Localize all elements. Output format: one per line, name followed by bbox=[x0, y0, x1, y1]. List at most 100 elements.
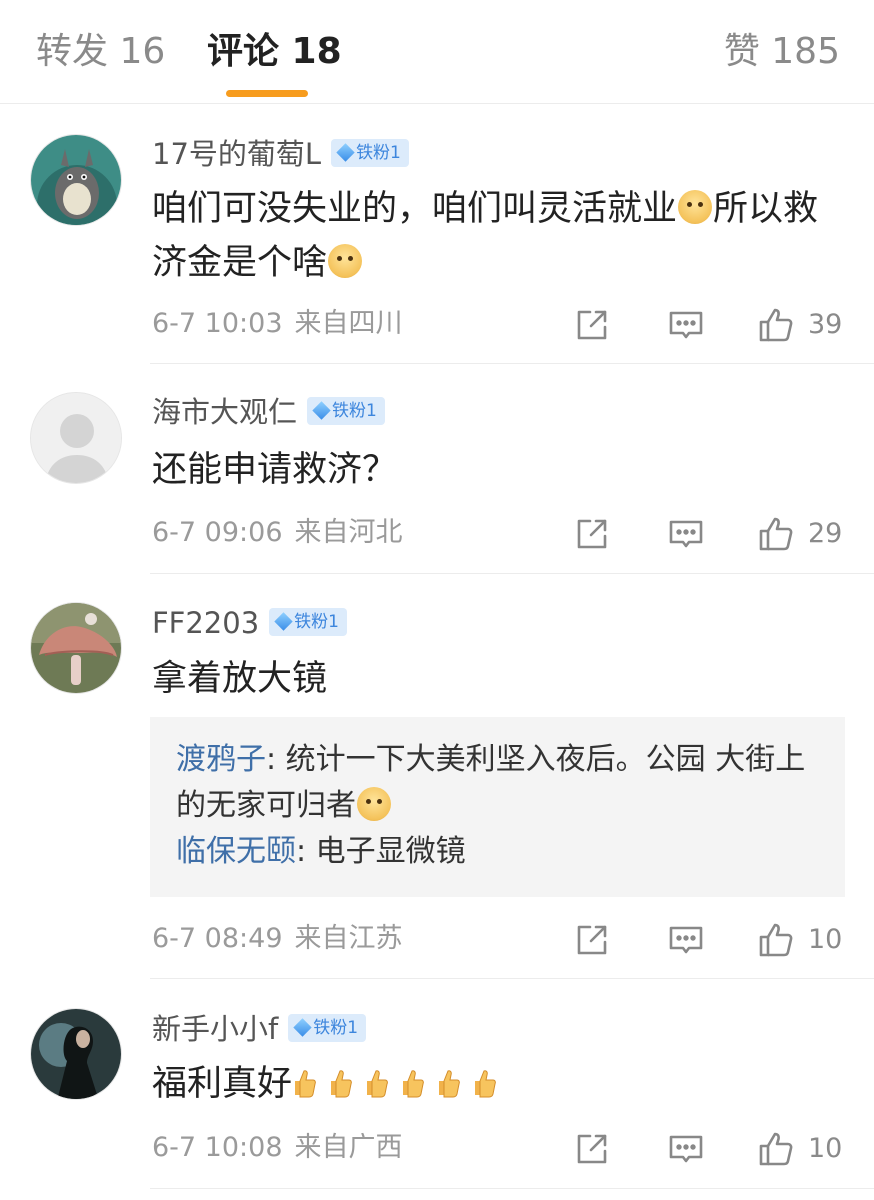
diamond-icon bbox=[274, 611, 293, 631]
username[interactable]: 17号的葡萄L 铁粉1 bbox=[152, 136, 409, 172]
comment-actions: 39 bbox=[570, 305, 860, 345]
comment-meta: 6-7 08:49 来自江苏 bbox=[152, 922, 403, 956]
reply-list[interactable]: 渡鸦子: 统计一下大美利坚入夜后。公园 大街上的无家可归者 临保无颐: 电子显微… bbox=[150, 717, 845, 897]
reply-item[interactable]: 渡鸦子: 统计一下大美利坚入夜后。公园 大街上的无家可归者 bbox=[176, 737, 821, 829]
reply-button[interactable] bbox=[666, 514, 706, 554]
like-count: 10 bbox=[808, 924, 843, 955]
reply-separator: : bbox=[296, 834, 316, 869]
comment-time: 6-7 09:06 bbox=[152, 517, 283, 548]
comment-icon bbox=[669, 520, 703, 548]
like-button[interactable] bbox=[756, 514, 796, 554]
diamond-icon bbox=[312, 400, 331, 420]
share-icon bbox=[577, 310, 607, 340]
comment-actions: 10 bbox=[570, 1129, 860, 1169]
reply-username[interactable]: 渡鸦子 bbox=[176, 742, 266, 777]
username-text: 海市大观仁 bbox=[152, 395, 298, 429]
comment-text-part: 还能申请救济？ bbox=[152, 450, 398, 490]
active-tab-indicator bbox=[226, 90, 308, 97]
reply-text: 电子显微镜 bbox=[315, 834, 466, 869]
avatar[interactable] bbox=[30, 602, 122, 694]
thumbs-up-icon bbox=[759, 1132, 793, 1166]
comment-location: 来自江苏 bbox=[294, 923, 403, 954]
avatar[interactable] bbox=[30, 392, 122, 484]
reply-button[interactable] bbox=[666, 1129, 706, 1169]
tab-bar: 转发 16 评论 18 赞 185 bbox=[0, 0, 874, 104]
comment-text-part: 咱们可没失业的，咱们叫灵活就业 bbox=[152, 189, 678, 229]
share-button[interactable] bbox=[572, 305, 612, 345]
reply-item[interactable]: 临保无颐: 电子显微镜 bbox=[176, 829, 821, 875]
comments-page: 转发 16 评论 18 赞 185 17号的葡萄L 铁粉1 咱们可没失业的，咱们… bbox=[0, 0, 874, 1200]
avatar[interactable] bbox=[30, 134, 122, 226]
comment-location: 来自广西 bbox=[294, 1132, 403, 1163]
comment-actions: 10 bbox=[570, 920, 860, 960]
username-text: 17号的葡萄L bbox=[152, 137, 322, 171]
share-button[interactable] bbox=[572, 1129, 612, 1169]
doge-emoji-icon bbox=[328, 244, 363, 278]
tab-like[interactable]: 赞 185 bbox=[724, 30, 840, 74]
fan-badge-label: 铁粉1 bbox=[332, 401, 377, 421]
share-icon bbox=[577, 519, 607, 549]
avatar[interactable] bbox=[30, 1008, 122, 1100]
fan-badge-label: 铁粉1 bbox=[294, 612, 339, 632]
comment-time: 6-7 08:49 bbox=[152, 923, 283, 954]
thumbs-up-emoji-icon bbox=[439, 1070, 460, 1098]
diamond-icon bbox=[336, 142, 355, 162]
comment-actions: 29 bbox=[570, 514, 860, 554]
tab-repost[interactable]: 转发 16 bbox=[36, 30, 165, 74]
share-icon bbox=[577, 1134, 607, 1164]
comment-divider bbox=[150, 1188, 874, 1189]
comment-text: 咱们可没失业的，咱们叫灵活就业 所以救济金是个啥 bbox=[152, 182, 852, 290]
comment-time: 6-7 10:08 bbox=[152, 1132, 283, 1163]
comment-meta: 6-7 10:08 来自广西 bbox=[152, 1131, 403, 1165]
username-text: 新手小小f bbox=[152, 1012, 279, 1046]
comment-icon bbox=[669, 926, 703, 954]
comment-text-part: 福利真好 bbox=[152, 1064, 293, 1104]
comment-icon bbox=[669, 311, 703, 339]
comment-text: 拿着放大镜 bbox=[152, 652, 852, 706]
fan-badge-label: 铁粉1 bbox=[356, 143, 401, 163]
like-count: 39 bbox=[808, 309, 843, 340]
thumbs-up-icon bbox=[759, 517, 793, 551]
reply-username[interactable]: 临保无颐 bbox=[176, 834, 296, 869]
tab-comment[interactable]: 评论 18 bbox=[207, 30, 342, 74]
diamond-icon bbox=[293, 1017, 312, 1037]
like-count: 29 bbox=[808, 518, 843, 549]
fan-badge: 铁粉1 bbox=[307, 397, 385, 425]
share-icon bbox=[577, 925, 607, 955]
thumbs-up-emoji-icon bbox=[367, 1070, 388, 1098]
thumbs-up-emoji-icon bbox=[403, 1070, 424, 1098]
comment-divider bbox=[150, 978, 874, 979]
username[interactable]: 海市大观仁 铁粉1 bbox=[152, 394, 385, 430]
comment-divider bbox=[150, 573, 874, 574]
username[interactable]: FF2203 铁粉1 bbox=[152, 605, 347, 641]
comment-location: 来自四川 bbox=[294, 308, 403, 339]
reply-button[interactable] bbox=[666, 305, 706, 345]
comment-meta: 6-7 09:06 来自河北 bbox=[152, 516, 403, 550]
fan-badge: 铁粉1 bbox=[269, 608, 347, 636]
like-button[interactable] bbox=[756, 1129, 796, 1169]
comment-time: 6-7 10:03 bbox=[152, 308, 283, 339]
like-button[interactable] bbox=[756, 305, 796, 345]
reply-separator: : bbox=[266, 742, 286, 777]
doge-emoji-icon bbox=[357, 786, 391, 821]
doge-emoji-icon bbox=[678, 190, 713, 224]
fan-badge-label: 铁粉1 bbox=[313, 1018, 359, 1038]
share-button[interactable] bbox=[572, 514, 612, 554]
like-button[interactable] bbox=[756, 920, 796, 960]
comment-icon bbox=[669, 1135, 703, 1163]
fan-badge: 铁粉1 bbox=[331, 139, 409, 167]
comment-meta: 6-7 10:03 来自四川 bbox=[152, 307, 403, 341]
username-text: FF2203 bbox=[152, 606, 260, 640]
thumbs-up-icon bbox=[759, 923, 793, 957]
share-button[interactable] bbox=[572, 920, 612, 960]
comment-text: 福利真好 bbox=[152, 1057, 852, 1111]
fan-badge: 铁粉1 bbox=[288, 1014, 367, 1042]
reply-button[interactable] bbox=[666, 920, 706, 960]
like-count: 10 bbox=[808, 1133, 843, 1164]
thumbs-up-emoji-icon bbox=[475, 1070, 496, 1098]
comment-text: 还能申请救济？ bbox=[152, 443, 852, 497]
comment-location: 来自河北 bbox=[294, 517, 403, 548]
username[interactable]: 新手小小f 铁粉1 bbox=[152, 1011, 367, 1047]
thumbs-up-emoji-icon bbox=[295, 1070, 316, 1098]
thumbs-up-icon bbox=[759, 308, 793, 342]
